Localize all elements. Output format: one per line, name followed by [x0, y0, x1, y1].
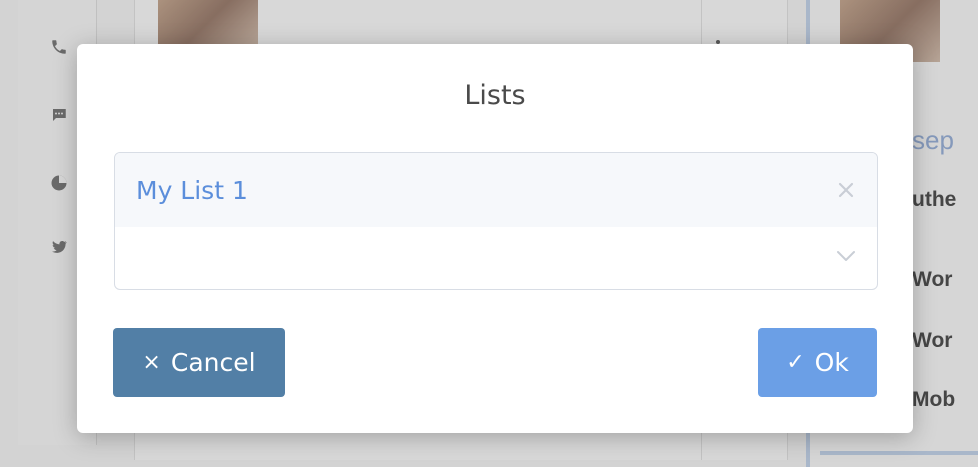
- close-icon[interactable]: [837, 181, 855, 199]
- lists-dialog: Lists My List 1 × Cancel ✓ Ok: [77, 44, 913, 433]
- dialog-title: Lists: [464, 80, 526, 111]
- selected-list-label: My List 1: [136, 175, 248, 205]
- selected-list-item[interactable]: My List 1: [115, 153, 877, 227]
- checkmark-icon: ✓: [786, 350, 805, 375]
- ok-button[interactable]: ✓ Ok: [758, 328, 877, 397]
- cancel-button-label: Cancel: [170, 348, 256, 377]
- cancel-button[interactable]: × Cancel: [113, 328, 285, 397]
- list-select[interactable]: My List 1: [114, 152, 878, 290]
- chevron-down-icon[interactable]: [835, 249, 857, 263]
- ok-button-label: Ok: [814, 348, 849, 377]
- close-icon: ×: [142, 350, 161, 375]
